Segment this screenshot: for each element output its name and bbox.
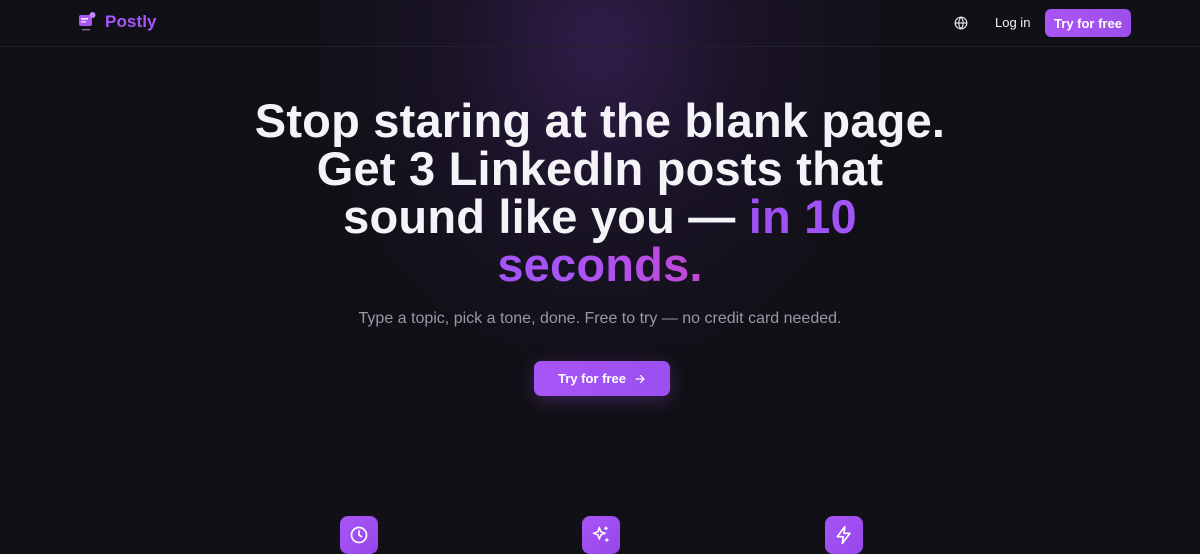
- hero-try-free-button[interactable]: Try for free: [534, 361, 670, 396]
- clock-icon: [350, 526, 368, 544]
- globe-icon: [954, 16, 968, 30]
- feature-icon-lightning: [825, 516, 863, 554]
- language-switcher[interactable]: [951, 13, 971, 33]
- post-card-logo-icon: [79, 12, 96, 31]
- top-navbar: Postly Log in Try for free: [0, 0, 1200, 47]
- brand-logo[interactable]: Postly: [78, 11, 157, 33]
- hero-subtitle: Type a topic, pick a tone, done. Free to…: [358, 310, 842, 327]
- feature-icon-sparkles: [582, 516, 620, 554]
- feature-icon-clock: [340, 516, 378, 554]
- sparkles-icon: [592, 526, 609, 542]
- arrow-right-icon: [635, 374, 645, 383]
- hero-title: Stop staring at the blank page. Get 3 Li…: [250, 97, 950, 289]
- hero-cta-label: Try for free: [558, 371, 626, 386]
- header-try-free-button[interactable]: Try for free: [1045, 9, 1131, 37]
- login-link[interactable]: Log in: [995, 15, 1030, 30]
- lightning-icon: [836, 525, 851, 545]
- brand-name: Postly: [105, 12, 157, 31]
